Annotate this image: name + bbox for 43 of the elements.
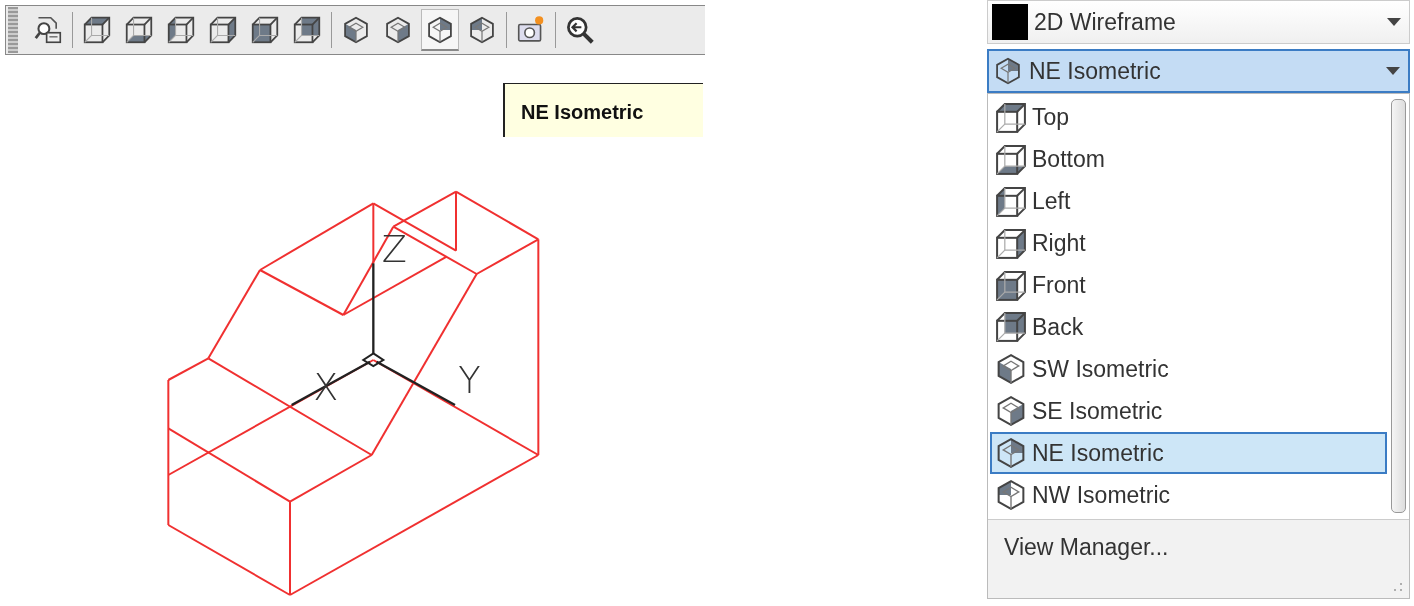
isometric-cube-icon [383, 15, 413, 45]
zoom-previous-icon [565, 15, 595, 45]
dropdown-item[interactable]: SE Isometric [990, 390, 1387, 433]
view-manager-item[interactable]: View Manager... [1004, 534, 1169, 561]
camera-icon [516, 15, 546, 45]
cube-icon [250, 15, 280, 45]
view-dropdown[interactable]: NE Isometric [987, 49, 1410, 93]
dropdown-item[interactable]: Left [990, 180, 1387, 223]
caret-icon [1387, 18, 1401, 26]
isometric-cube-icon [467, 15, 497, 45]
dropdown-item[interactable]: NW Isometric [990, 474, 1387, 517]
dropdown-item[interactable]: NE Isometric [990, 432, 1387, 475]
wireframe-icon [992, 4, 1028, 40]
dropdown-item[interactable]: SW Isometric [990, 348, 1387, 391]
tooltip: NE Isometric [503, 83, 703, 137]
resize-grip-icon[interactable] [1393, 582, 1403, 592]
dropdown-item[interactable]: Right [990, 222, 1387, 265]
cube-icon [208, 15, 238, 45]
scrollbar[interactable] [1391, 99, 1406, 513]
isometric-cube-icon [993, 56, 1023, 86]
cube-icon [994, 100, 1028, 135]
cube-icon [994, 226, 1028, 261]
isometric-cube-icon [425, 14, 455, 45]
cube-icon [994, 184, 1028, 219]
cube-icon [994, 142, 1028, 177]
isometric-cube-icon [341, 15, 371, 45]
toolbar-grip[interactable] [8, 7, 18, 53]
dropdown-item[interactable]: Bottom [990, 138, 1387, 181]
dropdown-item[interactable]: Front [990, 264, 1387, 307]
dropdown-item[interactable]: Top [990, 97, 1387, 139]
cube-icon [994, 310, 1028, 345]
cube-icon [82, 15, 112, 45]
cube-icon [994, 268, 1028, 303]
visual-style-dropdown[interactable]: 2D Wireframe [987, 0, 1410, 44]
axis-label: Y [458, 359, 481, 403]
cube-icon [292, 15, 322, 45]
axis-label: Z [381, 227, 407, 271]
cube-icon [166, 15, 196, 45]
caret-icon [1386, 67, 1400, 75]
dropdown-item[interactable]: Back [990, 306, 1387, 349]
cube-icon [124, 15, 154, 45]
toolbar-button[interactable] [421, 9, 459, 51]
named-views-icon [33, 15, 63, 45]
